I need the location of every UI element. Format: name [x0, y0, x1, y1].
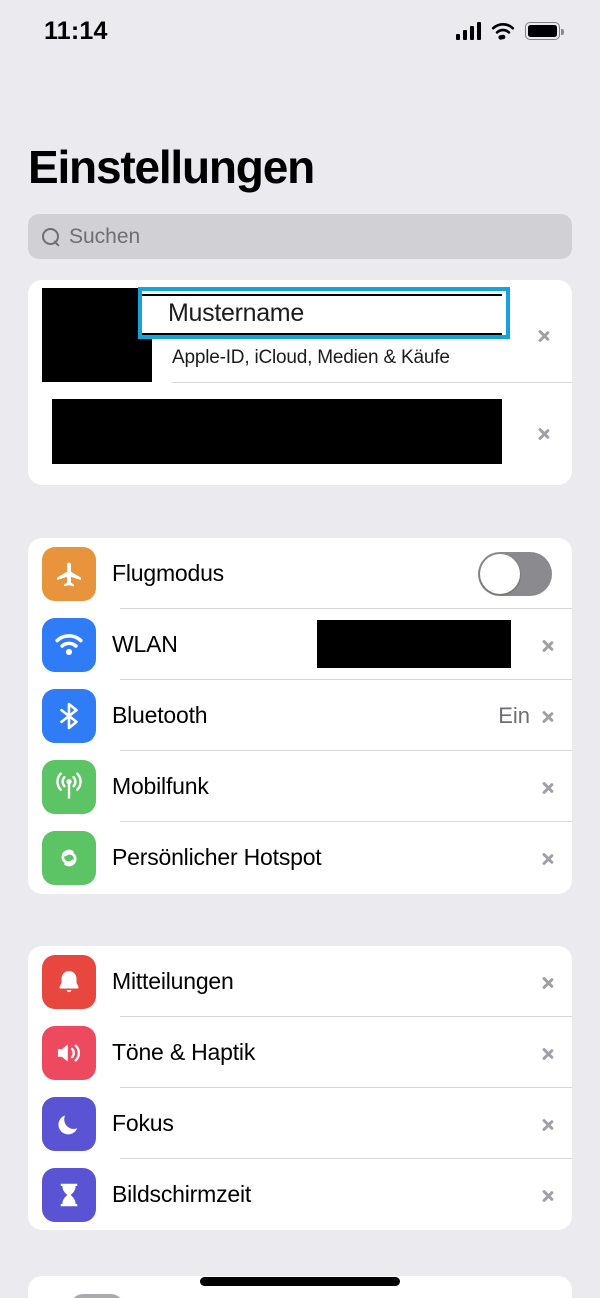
bell-icon [42, 954, 96, 1009]
speaker-icon [42, 1025, 96, 1080]
placeholder-icon [70, 1294, 124, 1298]
chevron-right-icon [542, 847, 554, 868]
settings-row-label: Mobilfunk [112, 773, 209, 799]
notifications-card: Mitteilungen Töne & Haptik Fokus Bildsch… [28, 946, 572, 1230]
flugmodus-toggle[interactable] [478, 551, 552, 596]
search-placeholder: Suchen [69, 224, 141, 248]
wifi-icon [491, 22, 515, 40]
chevron-right-icon [542, 634, 554, 655]
settings-row-label: Töne & Haptik [112, 1039, 256, 1065]
settings-row-label: Bluetooth [112, 702, 208, 728]
status-bar-clock: 11:14 [44, 16, 108, 45]
chevron-right-icon [542, 705, 554, 726]
redacted-value [317, 620, 511, 668]
cellular-bars-icon [455, 22, 481, 40]
status-bar: 11:14 [0, 0, 600, 62]
settings-row-flugmodus[interactable]: Flugmodus [28, 538, 572, 609]
page-title: Einstellungen [28, 141, 315, 193]
hourglass-icon [42, 1167, 96, 1222]
chevron-right-icon [542, 1042, 554, 1063]
bluetooth-icon [42, 688, 96, 743]
chevron-right-icon [542, 971, 554, 992]
battery-full-icon [525, 22, 564, 40]
account-name-text: Mustername [168, 299, 304, 327]
settings-row-label: Flugmodus [112, 560, 224, 586]
chevron-right-icon [538, 324, 550, 345]
search-icon [42, 227, 60, 246]
chevron-right-icon [542, 1184, 554, 1205]
moon-icon [42, 1096, 96, 1151]
textbox-bottom-rule [142, 333, 502, 335]
home-indicator[interactable] [200, 1277, 400, 1286]
chevron-right-icon [538, 422, 550, 443]
settings-row-label: Mitteilungen [112, 968, 234, 994]
avatar [42, 288, 152, 382]
airplane-icon [42, 546, 96, 601]
settings-row-bildschirmzeit[interactable]: Bildschirmzeit [28, 1159, 572, 1230]
annotation-highlight-box: Mustername [138, 287, 510, 339]
wifi-icon [42, 617, 96, 672]
settings-row-wlan[interactable]: WLAN [28, 609, 572, 680]
chevron-right-icon [542, 776, 554, 797]
textbox-top-rule [142, 294, 502, 296]
cellular-antenna-icon [42, 759, 96, 814]
settings-row-label: Bildschirmzeit [112, 1181, 252, 1207]
settings-row-mitteilungen[interactable]: Mitteilungen [28, 946, 572, 1017]
apple-id-subtitle: Apple-ID, iCloud, Medien & Käufe [172, 347, 450, 368]
bluetooth-status-value: Ein [498, 702, 530, 728]
settings-row-toene-haptik[interactable]: Töne & Haptik [28, 1017, 572, 1088]
chevron-right-icon [542, 1113, 554, 1134]
settings-row-label: Fokus [112, 1110, 174, 1136]
account-secondary-row[interactable] [28, 389, 572, 481]
settings-row-label: Persönlicher Hotspot [112, 844, 322, 870]
redacted-label [52, 399, 502, 464]
settings-row-hotspot[interactable]: Persönlicher Hotspot [28, 822, 572, 893]
settings-row-mobilfunk[interactable]: Mobilfunk [28, 751, 572, 822]
settings-row-bluetooth[interactable]: Bluetooth Ein [28, 680, 572, 751]
ios-settings-screen: 11:14 Einstellungen Suchen Apple-ID, iCl… [0, 0, 600, 1298]
hotspot-link-icon [42, 830, 96, 885]
search-field[interactable]: Suchen [28, 214, 572, 259]
row-separator [172, 382, 572, 383]
status-bar-indicators [455, 22, 564, 41]
connectivity-card: Flugmodus WLAN Bluetooth Ein Mobilfunk P… [28, 538, 572, 894]
settings-row-fokus[interactable]: Fokus [28, 1088, 572, 1159]
